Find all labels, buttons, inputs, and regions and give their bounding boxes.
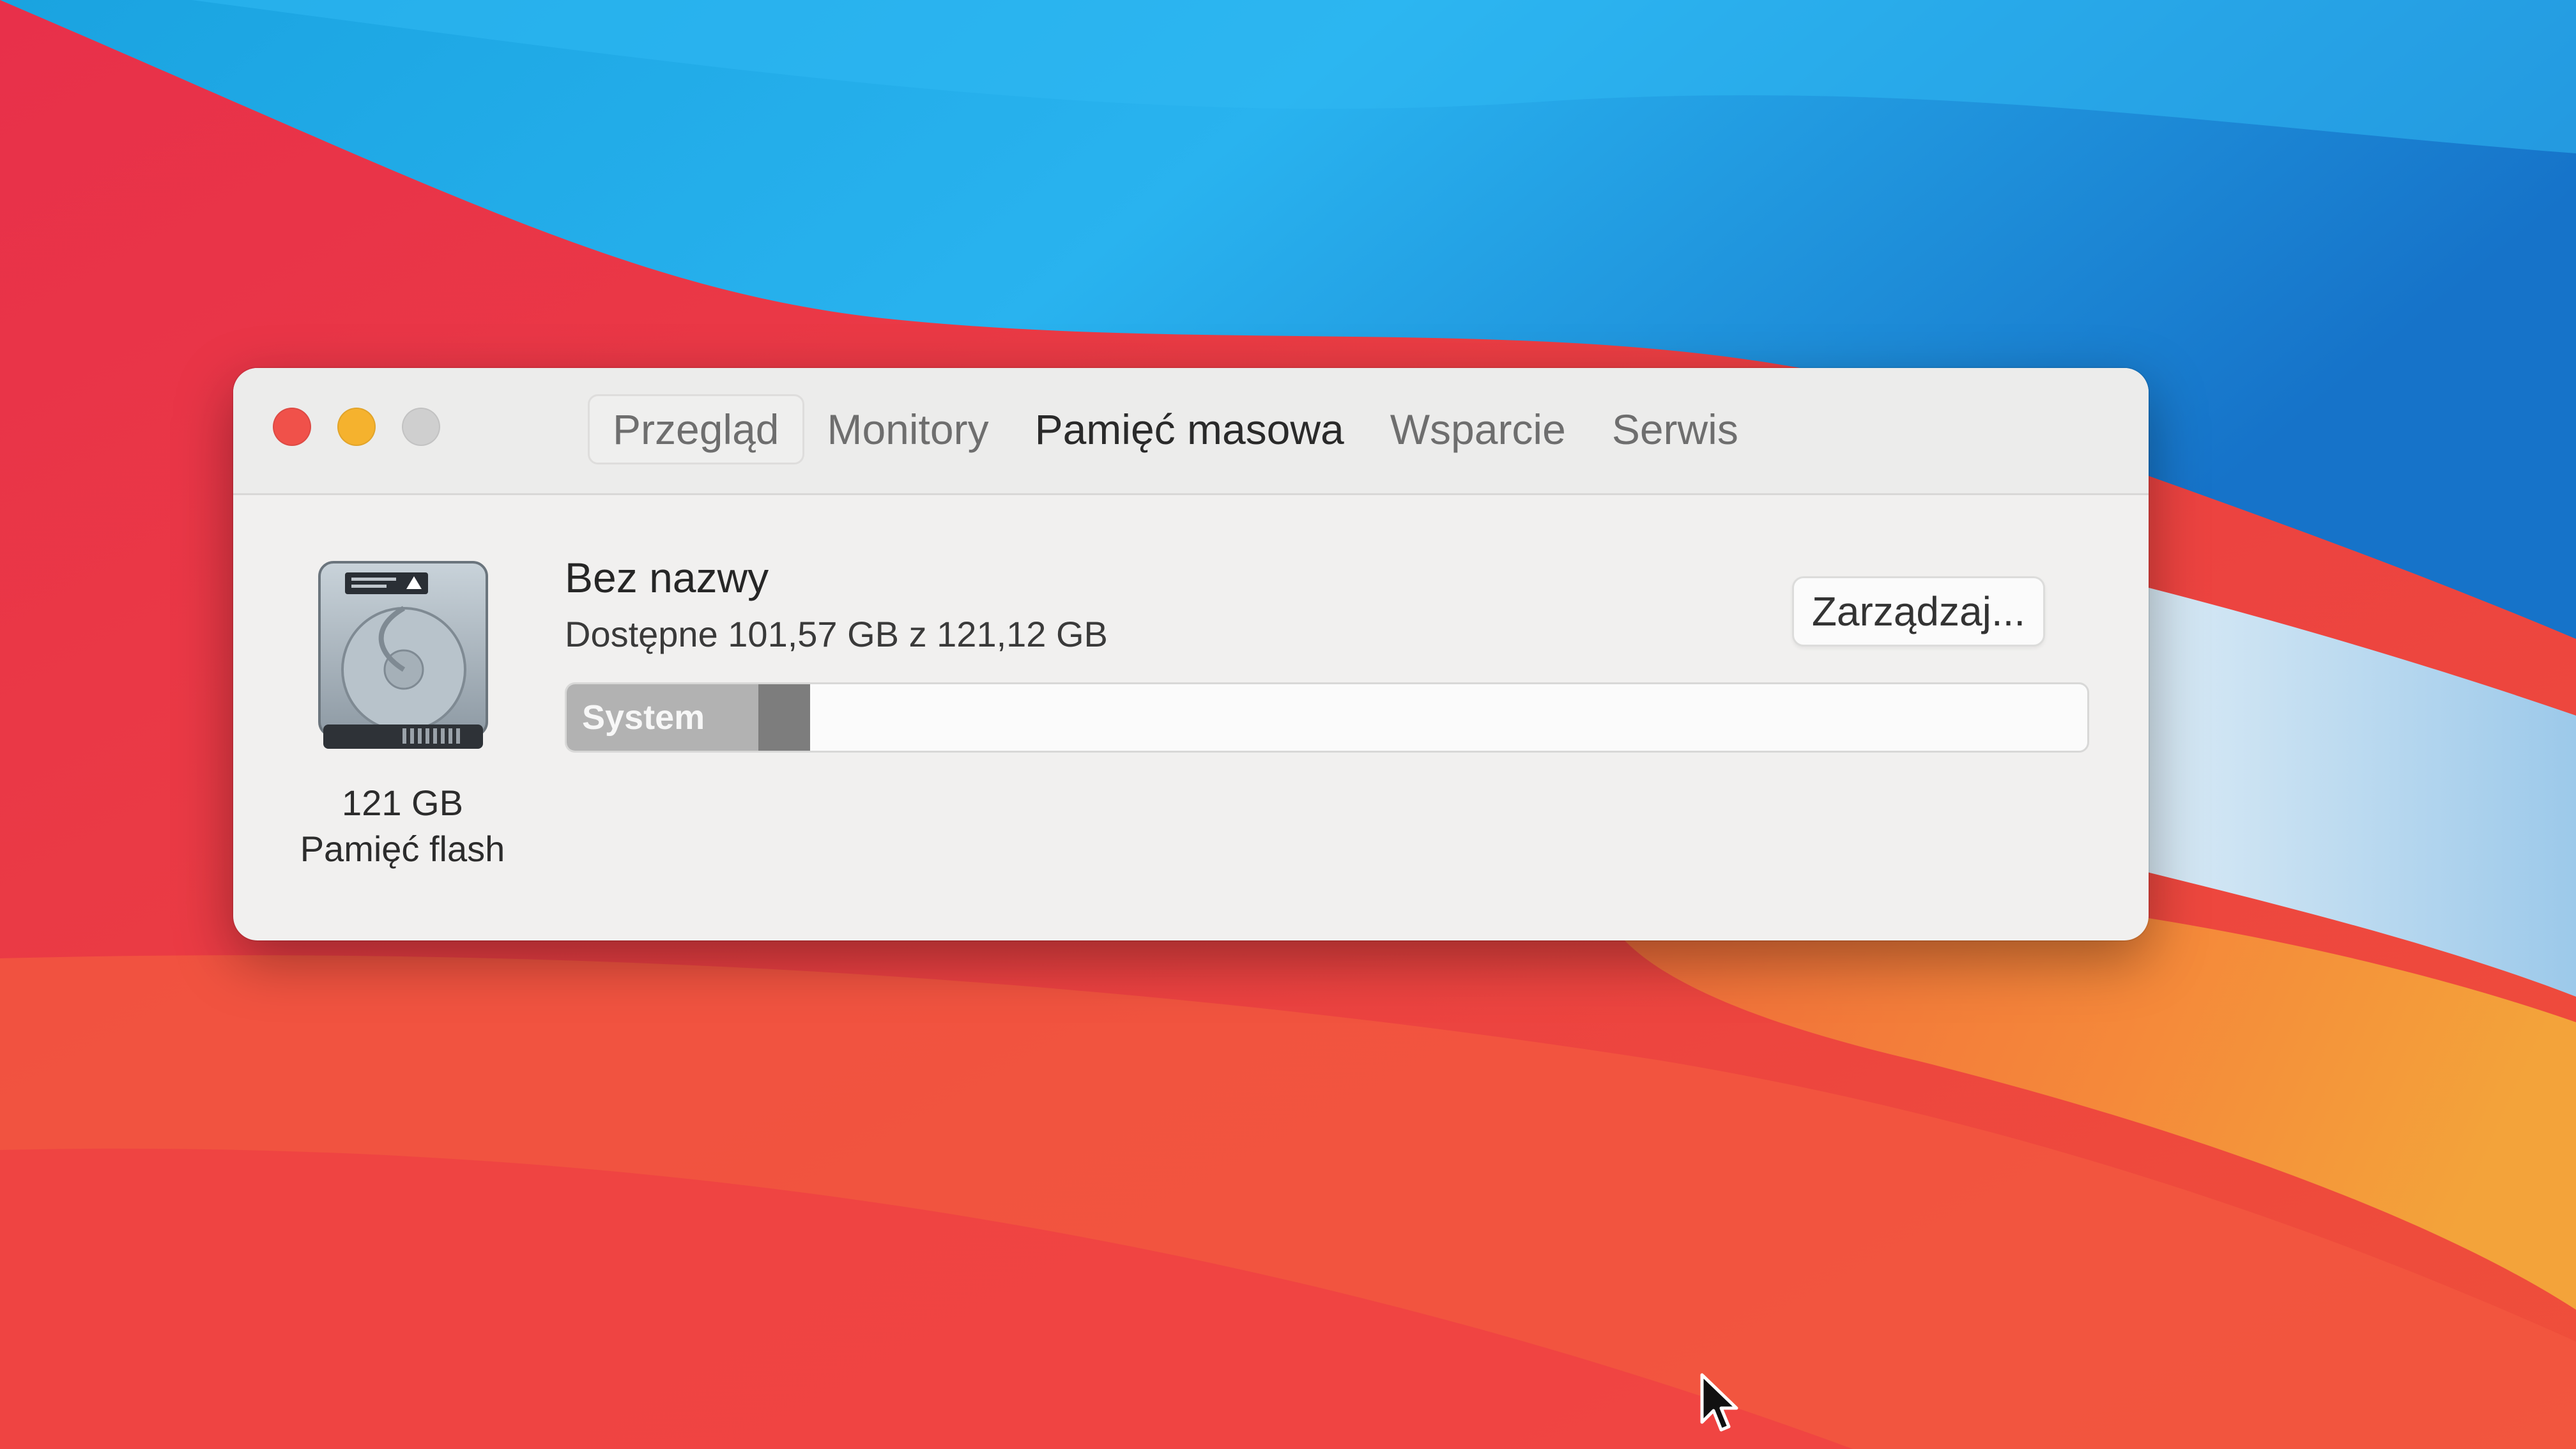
volume-availability: Dostępne 101,57 GB z 121,12 GB xyxy=(565,614,1108,654)
disk-size-label: 121 GB xyxy=(342,783,463,823)
tab-storage[interactable]: Pamięć masowa xyxy=(1012,396,1367,463)
close-button[interactable] xyxy=(273,408,311,446)
minimize-button[interactable] xyxy=(337,408,376,446)
tab-bar: Przegląd Monitory Pamięć masowa Wsparcie… xyxy=(588,394,1761,464)
mouse-cursor-icon xyxy=(1700,1373,1738,1432)
about-this-mac-window: Przegląd Monitory Pamięć masowa Wsparcie… xyxy=(233,368,2149,940)
tab-displays[interactable]: Monitory xyxy=(804,396,1012,463)
tab-service[interactable]: Serwis xyxy=(1589,396,1761,463)
manage-button[interactable]: Zarządzaj... xyxy=(1792,576,2045,647)
volume-name: Bez nazwy xyxy=(565,554,769,601)
storage-segment-other xyxy=(758,684,810,751)
storage-segment-label: System xyxy=(582,698,705,737)
disk-kind-label: Pamięć flash xyxy=(300,829,505,869)
storage-usage-bar: System xyxy=(565,682,2089,753)
hard-drive-icon xyxy=(318,561,488,749)
tab-overview[interactable]: Przegląd xyxy=(588,394,804,464)
zoom-button[interactable] xyxy=(402,408,440,446)
window-titlebar: Przegląd Monitory Pamięć masowa Wsparcie… xyxy=(233,368,2149,495)
tab-support[interactable]: Wsparcie xyxy=(1367,396,1589,463)
